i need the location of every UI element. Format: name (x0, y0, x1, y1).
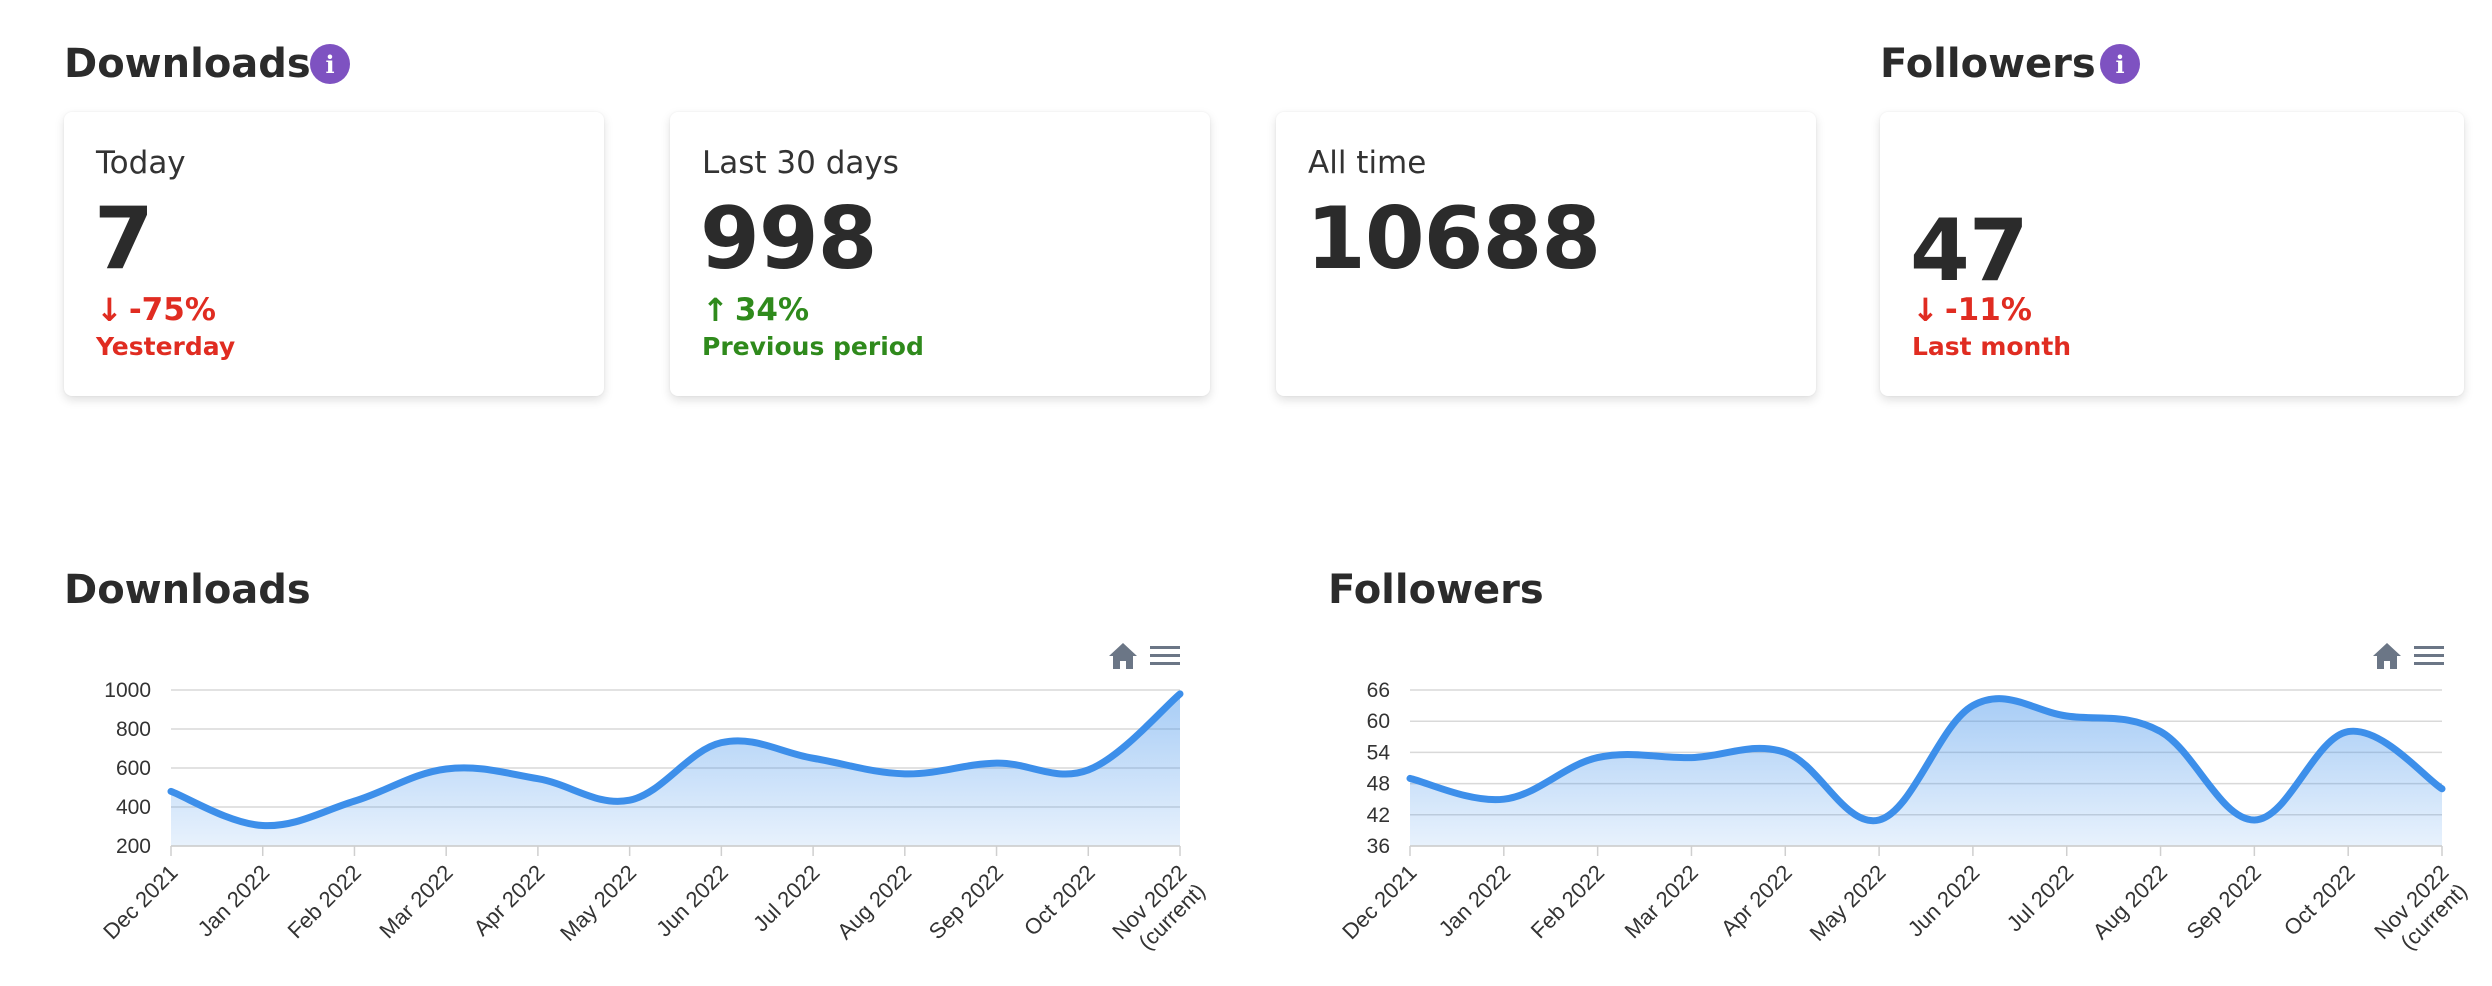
data-point[interactable] (1174, 688, 1186, 700)
y-tick-label: 600 (116, 757, 151, 780)
x-tick-label: Oct 2022 (1019, 860, 1100, 941)
data-point[interactable] (257, 820, 269, 832)
stat-delta-value: -11% (1944, 291, 2032, 328)
data-point[interactable] (532, 773, 544, 785)
stat-card-last-30-days: Last 30 days 998 ↑ 34% Previous period (670, 112, 1210, 396)
downloads-chart-title: Downloads (64, 567, 311, 613)
stat-label: Last 30 days (702, 145, 899, 181)
data-point[interactable] (991, 757, 1003, 769)
y-tick-label: 800 (116, 718, 151, 741)
y-tick-label: 66 (1367, 679, 1390, 702)
stat-card-all-time: All time 10688 (1276, 112, 1816, 396)
data-point[interactable] (1592, 752, 1604, 764)
x-tick-label: Jul 2022 (2002, 860, 2079, 937)
y-tick-label: 54 (1367, 741, 1391, 764)
arrow-down-icon: ↓ (1912, 291, 1939, 329)
data-point[interactable] (624, 794, 636, 806)
data-point[interactable] (2342, 726, 2354, 738)
stat-delta-label: Yesterday (96, 332, 236, 361)
data-point[interactable] (1685, 752, 1697, 764)
stat-delta-label: Last month (1912, 332, 2072, 361)
data-point[interactable] (2248, 814, 2260, 826)
x-tick-label: May 2022 (1805, 860, 1891, 946)
arrow-down-icon: ↓ (96, 291, 123, 329)
stat-card-followers: 47 ↓ -11% Last month (1880, 112, 2464, 396)
stat-value: 998 (700, 189, 878, 289)
arrow-up-icon: ↑ (702, 291, 729, 329)
data-point[interactable] (1873, 814, 1885, 826)
y-tick-label: 36 (1367, 835, 1390, 858)
y-tick-label: 1000 (104, 679, 151, 702)
stat-delta-value: -75% (128, 291, 216, 328)
x-tick-label: Apr 2022 (1716, 860, 1797, 941)
x-tick-label: Aug 2022 (2088, 860, 2172, 944)
data-point[interactable] (348, 795, 360, 807)
data-point[interactable] (2436, 783, 2448, 795)
data-point[interactable] (2155, 726, 2167, 738)
x-tick-label: Mar 2022 (1620, 860, 1703, 943)
x-tick-label: Sep 2022 (924, 860, 1008, 944)
stat-value: 10688 (1306, 189, 1601, 289)
x-tick-label: Dec 2021 (1337, 860, 1421, 944)
x-tick-label: Oct 2022 (2279, 860, 2360, 941)
x-tick-label: Sep 2022 (2182, 860, 2266, 944)
stat-delta-label: Previous period (702, 332, 924, 361)
y-tick-label: 42 (1367, 804, 1390, 827)
info-icon[interactable]: i (310, 44, 350, 84)
x-tick-label: Feb 2022 (1526, 860, 1609, 943)
data-point[interactable] (899, 768, 911, 780)
followers-chart-title: Followers (1328, 567, 1544, 613)
stat-card-today: Today 7 ↓ -75% Yesterday (64, 112, 604, 396)
stat-value: 7 (94, 189, 154, 289)
x-tick-label: Aug 2022 (832, 860, 916, 944)
y-tick-label: 400 (116, 796, 151, 819)
data-point[interactable] (807, 752, 819, 764)
x-tick-label: Dec 2021 (98, 860, 182, 944)
data-point[interactable] (165, 785, 177, 797)
x-tick-label: Jul 2022 (748, 860, 825, 937)
followers-area-chart[interactable]: 36 42 48 54 60 66 Dec 2021 Jan 2022 Feb 2022 Mar … (1260, 660, 2492, 986)
x-tick-label: Apr 2022 (469, 860, 550, 941)
data-point[interactable] (440, 763, 452, 775)
stat-value: 47 (1910, 201, 2029, 301)
data-point[interactable] (1404, 772, 1416, 784)
data-point[interactable] (1082, 764, 1094, 776)
downloads-section-title: Downloads (64, 41, 311, 87)
data-point[interactable] (715, 737, 727, 749)
stat-delta: ↓ -11% (1912, 294, 2032, 326)
x-tick-label: Jun 2022 (651, 860, 733, 942)
stat-delta: ↓ -75% (96, 294, 216, 326)
data-point[interactable] (1779, 746, 1791, 758)
x-tick-label: Mar 2022 (374, 860, 457, 943)
x-tick-label: May 2022 (555, 860, 641, 946)
x-tick-label: Feb 2022 (283, 860, 366, 943)
y-tick-label: 200 (116, 835, 151, 858)
data-point[interactable] (2061, 710, 2073, 722)
info-icon[interactable]: i (2100, 44, 2140, 84)
x-tick-label: Jan 2022 (193, 860, 275, 942)
stat-delta: ↑ 34% (702, 294, 809, 326)
x-tick-label: Nov 2022(current) (2369, 860, 2472, 963)
stat-delta-value: 34% (734, 291, 810, 328)
x-tick-label: Jan 2022 (1434, 860, 1516, 942)
stat-label: All time (1308, 145, 1427, 181)
downloads-area-chart[interactable]: 200 400 600 800 1000 Dec 2021 Jan 2022 Feb 2022… (0, 660, 1250, 986)
x-tick-label: Nov 2022(current) (1107, 860, 1210, 963)
y-tick-label: 60 (1367, 710, 1390, 733)
x-tick-label: Jun 2022 (1903, 860, 1985, 942)
stat-label: Today (96, 145, 186, 181)
y-tick-label: 48 (1367, 773, 1390, 796)
data-point[interactable] (1498, 793, 1510, 805)
followers-section-title: Followers (1880, 41, 2096, 87)
data-point[interactable] (1967, 700, 1979, 712)
